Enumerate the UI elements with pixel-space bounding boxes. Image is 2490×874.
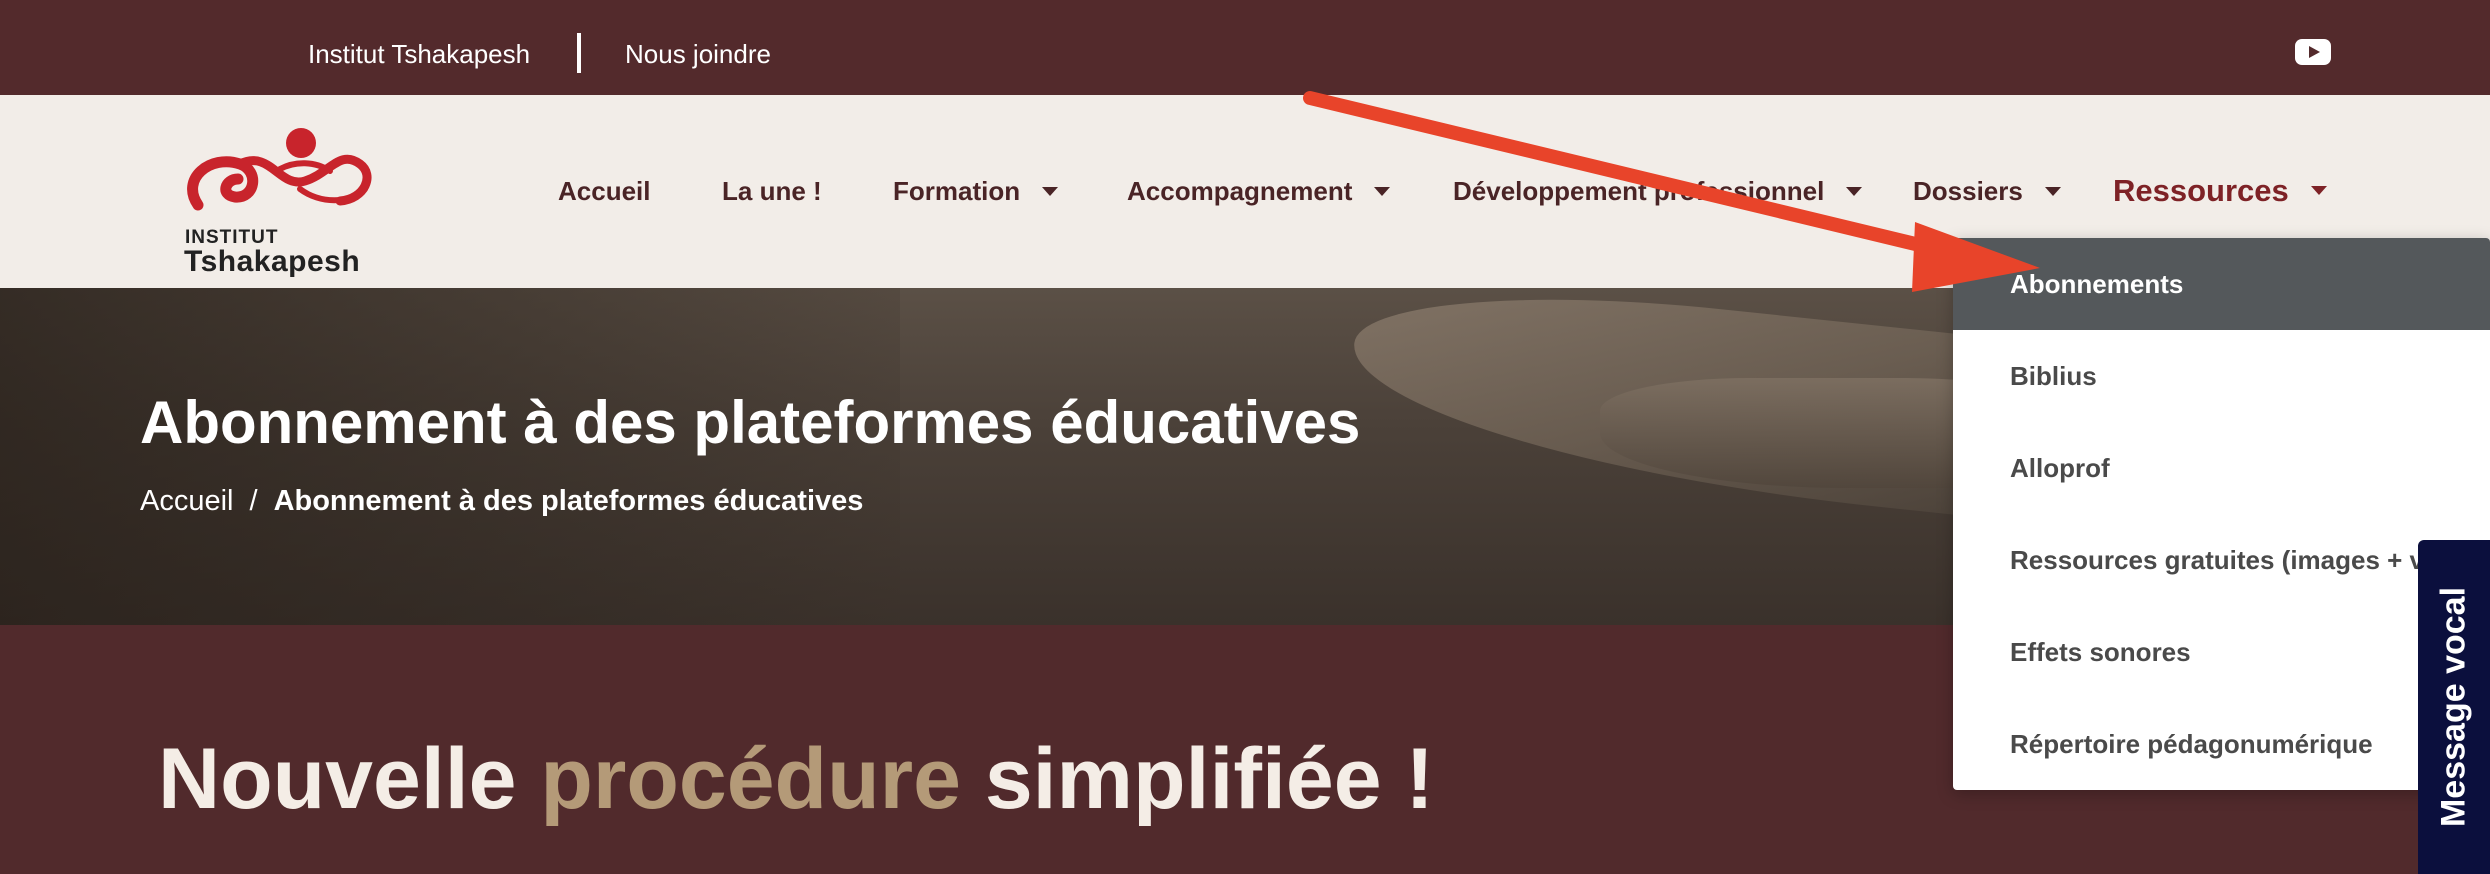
chevron-down-icon [2044,186,2061,196]
section-heading: Nouvelle procédure simplifiée ! [158,730,1434,829]
dropdown-item-effets-sonores[interactable]: Effets sonores [1953,606,2490,698]
ressources-dropdown-menu: Abonnements Biblius Alloprof Ressources … [1953,238,2490,790]
dropdown-item-abonnements[interactable]: Abonnements [1953,238,2490,330]
heading-accent: procédure [540,731,961,827]
site-logo[interactable]: INSTITUT Tshakapesh [180,109,390,279]
nav-item-accueil[interactable]: Accueil [558,95,651,288]
topbar-divider [577,33,581,73]
nav-item-formation[interactable]: Formation [893,95,1059,288]
page-title: Abonnement à des plateformes éducatives [140,389,1361,456]
institut-tshakapesh-logo-icon [187,128,372,211]
heading-part1: Nouvelle [158,731,517,827]
nav-item-label: Ressources [2113,173,2289,208]
chevron-down-icon [1042,186,1059,196]
dropdown-item-alloprof[interactable]: Alloprof [1953,422,2490,514]
nav-item-developpement-professionnel[interactable]: Développement professionnel [1453,95,1863,288]
dropdown-item-repertoire-pedagonumerique[interactable]: Répertoire pédagonumérique [1953,698,2490,790]
logo-text-tshakapesh: Tshakapesh [184,245,361,278]
nav-item-label: Développement professionnel [1453,176,1825,206]
breadcrumb: Accueil / Abonnement à des plateformes édu… [140,485,863,518]
breadcrumb-home-link[interactable]: Accueil [140,485,234,517]
dropdown-item-biblius[interactable]: Biblius [1953,330,2490,422]
topbar-link-contact[interactable]: Nous joindre [625,0,771,95]
breadcrumb-current: Abonnement à des plateformes éducatives [273,485,864,517]
nav-item-label: Accueil [558,176,651,206]
nav-item-accompagnement[interactable]: Accompagnement [1127,95,1391,288]
nav-item-label: Dossiers [1913,176,2023,206]
youtube-icon[interactable] [2295,39,2331,65]
dropdown-item-ressources-gratuites[interactable]: Ressources gratuites (images + vid [1953,514,2490,606]
nav-item-label: La une ! [722,176,822,206]
nav-item-label: Formation [893,176,1021,206]
topbar-link-institut[interactable]: Institut Tshakapesh [308,0,530,95]
chevron-down-icon [2310,186,2327,196]
chevron-down-icon [1374,186,1391,196]
chevron-down-icon [1846,186,1863,196]
breadcrumb-separator: / [249,485,258,517]
heading-part2: simplifiée ! [984,731,1435,827]
top-bar: Institut Tshakapesh Nous joindre [0,0,2490,95]
message-vocal-tab[interactable]: Message vocal [2418,540,2490,874]
nav-item-la-une[interactable]: La une ! [722,95,822,288]
message-vocal-label: Message vocal [2434,586,2473,828]
nav-item-label: Accompagnement [1127,176,1353,206]
